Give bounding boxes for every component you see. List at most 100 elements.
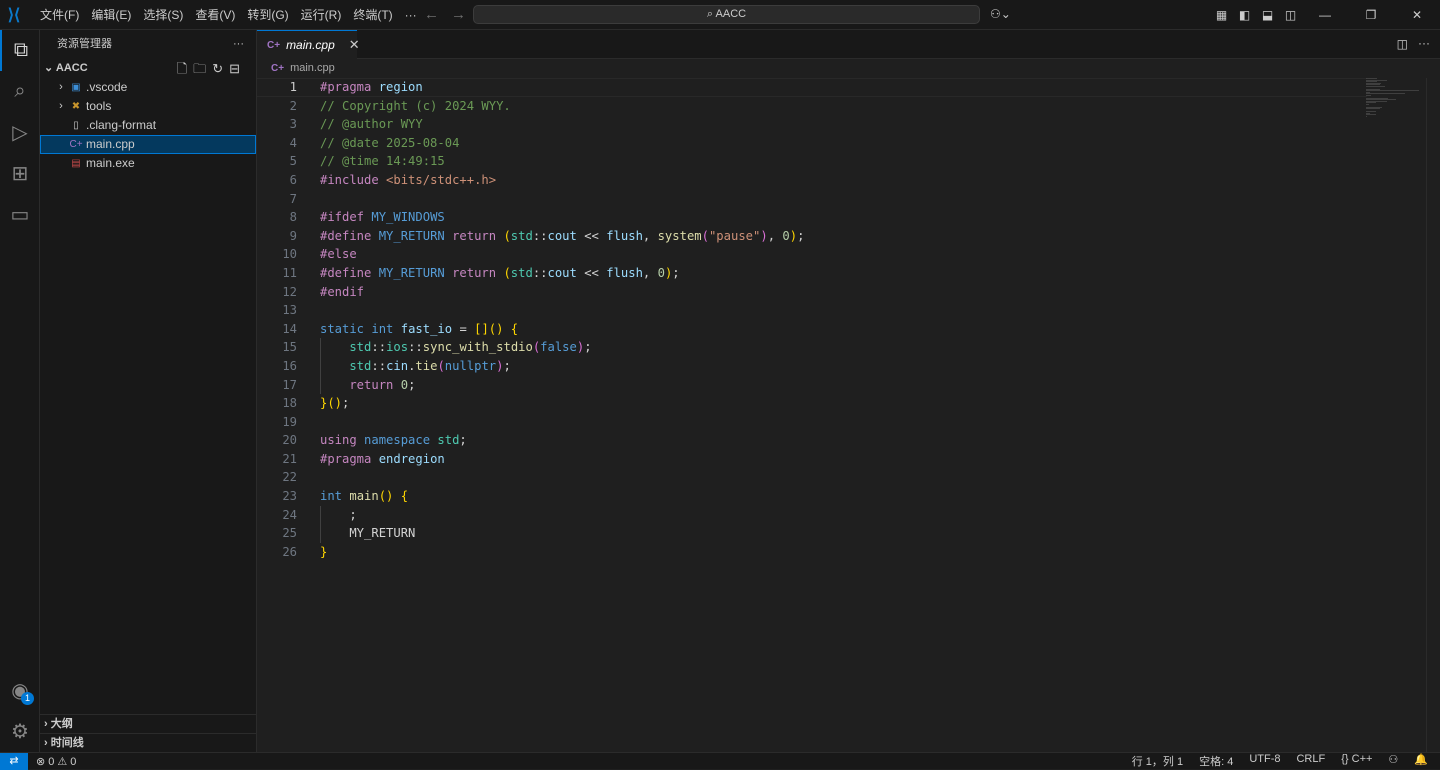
menu-item[interactable]: 终端(T) [347,0,398,30]
line-number: 5 [257,152,297,171]
notifications-bell-icon[interactable]: 🔔 [1414,753,1428,769]
refresh-icon[interactable]: ↻ [212,61,229,76]
code-token: tie [415,359,437,373]
explorer-icon[interactable]: ⧉ [0,30,40,71]
line-number: 2 [257,97,297,116]
search-icon[interactable]: ⌕ [0,71,40,112]
menu-item[interactable]: 选择(S) [137,0,189,30]
copilot-status-icon[interactable]: ⚇ [1388,753,1398,769]
tree-item[interactable]: ›✖tools [40,97,256,116]
tree-item[interactable]: ▤main.exe [40,154,256,173]
line-text: #pragma endregion [320,450,445,469]
menu-item[interactable]: 转到(G) [241,0,294,30]
settings-gear-icon[interactable]: ⚙ [0,711,40,752]
extensions-icon[interactable]: ⊞ [0,153,40,194]
command-center-search[interactable]: ⌕ AACC [473,5,980,24]
timeline-section[interactable]: › 时间线 [40,733,256,752]
toggle-panel-icon[interactable]: ⬓ [1256,8,1279,22]
line-text: #else [320,245,357,264]
menu-item[interactable]: 编辑(E) [85,0,137,30]
code-token: endregion [379,452,445,466]
editor-more-icon[interactable]: ··· [1418,36,1430,50]
line-text: }(); [320,394,349,413]
line-number: 14 [257,320,297,339]
code-line: 23int main() { [257,487,1367,506]
line-number: 7 [257,190,297,209]
file-icon: ▯ [68,116,84,135]
copilot-icon[interactable]: ⚇⌄ [990,7,1011,21]
code-token: flush [606,266,643,280]
code-token: ; [459,433,466,447]
accounts-icon[interactable]: ◉1 [0,670,40,711]
workspace-folder[interactable]: ⌄ AACC 🗋🗀↻⊟ [40,59,256,78]
code-line: 26} [257,543,1367,562]
folder-name: AACC [56,62,88,74]
toggle-secondary-sidebar-icon[interactable]: ◫ [1279,8,1302,22]
cpp-file-icon: C+ [267,40,280,51]
activity-bar: ⧉ ⌕ ▷ ⊞ ▭ ◉1 ⚙ [0,30,40,752]
line-number: 22 [257,468,297,487]
code-line: 21#pragma endregion [257,450,1367,469]
language-mode[interactable]: {} C++ [1341,753,1372,769]
minimap[interactable] [1366,78,1426,118]
more-actions-icon[interactable]: ··· [233,30,244,59]
minimize-button[interactable]: — [1302,8,1348,22]
customize-layout-icon[interactable]: ▦ [1210,8,1233,22]
menu-item[interactable]: ··· [399,0,423,30]
warnings-count[interactable]: ⚠ 0 [57,755,76,768]
tree-item-label: main.exe [86,154,135,173]
chevron-right-icon: › [54,97,68,116]
line-text: std::cin.tie(nullptr); [320,357,511,376]
code-editor[interactable]: 1#pragma region2// Copyright (c) 2024 WY… [257,78,1367,561]
tree-item[interactable]: ▯.clang-format [40,116,256,135]
code-line: 3// @author WYY [257,115,1367,134]
tab-main-cpp[interactable]: C+main.cpp✕ [257,30,357,59]
new-folder-icon[interactable]: 🗀 [193,61,212,76]
code-line: 24 ; [257,506,1367,525]
code-token: , [768,229,783,243]
remote-indicator-icon[interactable]: ⇄ [0,753,28,770]
close-tab-icon[interactable]: ✕ [349,37,360,53]
remote-explorer-icon[interactable]: ▭ [0,194,40,235]
run-debug-icon[interactable]: ▷ [0,112,40,153]
menu-item[interactable]: 文件(F) [34,0,85,30]
collapse-all-icon[interactable]: ⊟ [229,61,246,76]
code-token: , [643,266,658,280]
line-number: 24 [257,506,297,525]
cursor-position[interactable]: 行 1，列 1 [1132,753,1183,769]
split-editor-icon[interactable]: ◫ [1397,37,1408,51]
code-token: cout [548,229,577,243]
outline-section[interactable]: › 大纲 [40,714,256,733]
code-token: MY_WINDOWS [371,210,444,224]
indentation[interactable]: 空格: 4 [1199,753,1233,769]
line-ending[interactable]: CRLF [1296,753,1325,769]
line-text: } [320,543,327,562]
vertical-scrollbar[interactable] [1426,78,1440,752]
new-file-icon[interactable]: 🗋 [177,61,193,76]
code-line: 16 std::cin.tie(nullptr); [257,357,1367,376]
line-number: 15 [257,338,297,357]
code-token: int [320,489,349,503]
code-token: ; [320,508,357,522]
line-text: #include <bits/stdc++.h> [320,171,496,190]
line-number: 3 [257,115,297,134]
code-token: return [452,229,503,243]
code-token: 0 [782,229,789,243]
toggle-sidebar-icon[interactable]: ◧ [1233,8,1256,22]
back-button[interactable]: ← [424,6,451,23]
code-token: cin [386,359,408,373]
line-text: std::ios::sync_with_stdio(false); [320,338,592,357]
menu-item[interactable]: 查看(V) [189,0,241,30]
errors-count[interactable]: ⊗ 0 [36,755,54,768]
code-line: 4// @date 2025-08-04 [257,134,1367,153]
breadcrumb[interactable]: C+main.cpp [257,59,1440,78]
code-line: 7 [257,190,1367,209]
code-token: main [349,489,378,503]
tree-item[interactable]: ›▣.vscode [40,78,256,97]
restore-button[interactable]: ❐ [1348,8,1394,22]
close-window-button[interactable]: ✕ [1394,8,1440,22]
menu-item[interactable]: 运行(R) [295,0,348,30]
tree-item[interactable]: C+main.cpp [40,135,256,154]
encoding[interactable]: UTF-8 [1249,753,1280,769]
editor-area: C+main.cpp✕ ◫ ··· C+main.cpp 1#pragma re… [257,30,1440,752]
